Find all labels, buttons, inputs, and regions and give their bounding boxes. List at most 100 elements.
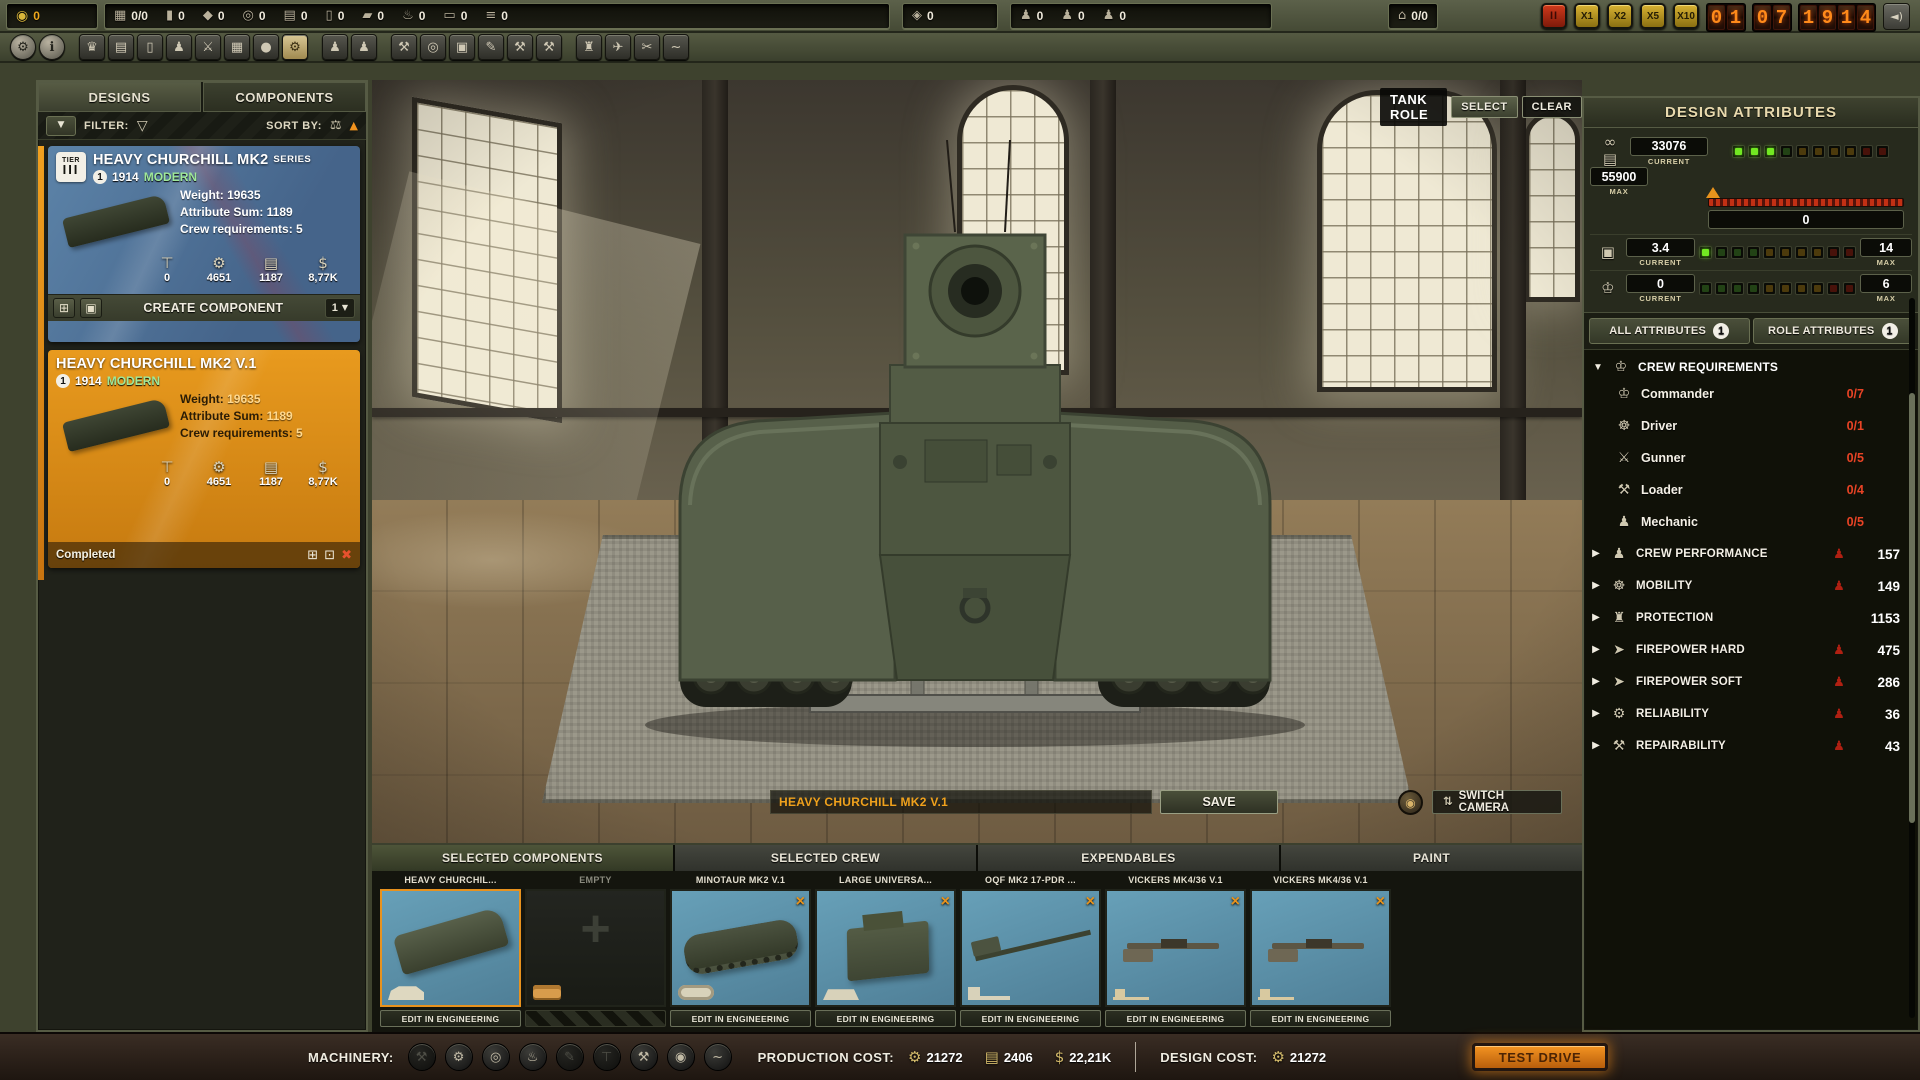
drafting-button[interactable]: ✎ [478, 34, 504, 60]
switch-camera-button[interactable]: ⇅ SWITCH CAMERA [1432, 790, 1562, 814]
resource-steel: ▤0 [275, 4, 317, 28]
tank-model[interactable] [595, 140, 1355, 760]
attribute-rows: ▶♟CREW PERFORMANCE♟157▶☸MOBILITY♟149▶♜PR… [1590, 538, 1910, 762]
factory-window [1524, 112, 1580, 302]
design-cards-button[interactable]: ⚙ [282, 34, 308, 60]
test-drive-button[interactable]: TEST DRIVE [1472, 1043, 1608, 1071]
briefcase-button[interactable]: ▣ [449, 34, 475, 60]
led-indicator [1779, 282, 1792, 295]
series-card-subtitle: 1 1914 MODERN [93, 170, 352, 184]
officer-button[interactable]: ♟ [351, 34, 377, 60]
globe-button[interactable]: ◎ [420, 34, 446, 60]
edit-in-engineering-button[interactable]: EDIT IN ENGINEERING [815, 1010, 956, 1027]
add-component-button[interactable]: ⊞ [53, 298, 75, 318]
attr-row-repairability[interactable]: ▶⚒REPAIRABILITY♟43 [1590, 730, 1910, 762]
design-name-input[interactable] [770, 790, 1152, 814]
wrenches-button[interactable]: ⚒ [536, 34, 562, 60]
camera-snapshot-button[interactable]: ▣ [80, 298, 102, 318]
remove-component-icon[interactable]: × [1231, 893, 1240, 911]
slot-tile-hull[interactable] [380, 889, 521, 1007]
slider-value-box: 0 [1708, 210, 1904, 229]
bomb-button[interactable]: ● [253, 34, 279, 60]
edit-in-engineering-button[interactable]: EDIT IN ENGINEERING [1250, 1010, 1391, 1027]
factory-button[interactable]: ▦ [224, 34, 250, 60]
remove-component-icon[interactable]: × [1376, 893, 1385, 911]
slot-tile-turret[interactable]: × [815, 889, 956, 1007]
tab-designs[interactable]: DESIGNS [38, 82, 201, 112]
design-card-variant[interactable]: HEAVY CHURCHILL MK2 V.1 1 1914 MODERN We… [48, 350, 360, 568]
attributes-scrollbar[interactable] [1909, 298, 1915, 1018]
tab-components[interactable]: COMPONENTS [203, 82, 366, 112]
gear-button[interactable]: ⚙ [10, 34, 36, 60]
scrollbar-thumb[interactable] [1909, 393, 1915, 823]
sort-ascending-icon[interactable]: ▲ [350, 120, 358, 131]
edit-in-engineering-button[interactable]: EDIT IN ENGINEERING [960, 1010, 1101, 1027]
led-indicator [1763, 282, 1776, 295]
role-clear-button[interactable]: CLEAR [1522, 96, 1582, 118]
remove-component-icon[interactable]: × [796, 893, 805, 911]
plane-button[interactable]: ✈ [605, 34, 631, 60]
tab-expendables[interactable]: EXPENDABLES [978, 845, 1279, 871]
role-select-button[interactable]: SELECT [1451, 96, 1517, 118]
weight-slider[interactable] [1708, 198, 1904, 207]
pipe-button[interactable]: ~ [663, 34, 689, 60]
variant-era: MODERN [107, 374, 160, 388]
machine-button[interactable]: ▤ [108, 34, 134, 60]
speed-button-x1[interactable]: X1 [1574, 3, 1600, 29]
slot-tile-tracks[interactable]: × [670, 889, 811, 1007]
mechanic-icon: ♟ [1020, 9, 1032, 22]
attr-row-crew-performance[interactable]: ▶♟CREW PERFORMANCE♟157 [1590, 538, 1910, 570]
add-variant-icon[interactable]: ⊞ [307, 549, 318, 562]
document-button[interactable]: ▯ [137, 34, 163, 60]
tab-role-attributes[interactable]: ROLE ATTRIBUTES1 [1753, 318, 1914, 344]
remove-component-icon[interactable]: × [1086, 893, 1095, 911]
swords-button[interactable]: ⚔ [195, 34, 221, 60]
component-count-dropdown[interactable]: 1▼ [325, 298, 355, 318]
design-card-series[interactable]: TIER III HEAVY CHURCHILL MK2SERIES 1 191… [48, 146, 360, 342]
scissors-button[interactable]: ✂ [634, 34, 660, 60]
save-button[interactable]: SAVE [1160, 790, 1278, 814]
drill-press-button[interactable]: ⚒ [391, 34, 417, 60]
trophy-button[interactable]: ♛ [79, 34, 105, 60]
tab-selected-components[interactable]: SELECTED COMPONENTS [372, 845, 673, 871]
slot-tile-gun[interactable]: × [960, 889, 1101, 1007]
delete-variant-icon[interactable]: ✖ [341, 549, 352, 562]
duplicate-variant-icon[interactable]: ⊡ [324, 549, 335, 562]
attributes-tree: ▼ ♔ CREW REQUIREMENTS ♔Commander0/7☸Driv… [1584, 350, 1918, 762]
announcements-button[interactable]: ◄) [1883, 3, 1910, 30]
funnel-icon[interactable]: ▽ [137, 119, 148, 133]
slider-handle[interactable] [1706, 187, 1720, 198]
edit-in-engineering-button[interactable]: EDIT IN ENGINEERING [670, 1010, 811, 1027]
attr-row-firepower-hard[interactable]: ▶➤FIREPOWER HARD♟475 [1590, 634, 1910, 666]
remove-component-icon[interactable]: × [941, 893, 950, 911]
slot-tile-mg[interactable]: × [1105, 889, 1246, 1007]
create-component-button[interactable]: CREATE COMPONENT [107, 301, 320, 315]
crew-role-value: 0/1 [1847, 419, 1864, 433]
slot-tile-mg[interactable]: × [1250, 889, 1391, 1007]
pause-button[interactable]: II [1541, 3, 1567, 29]
attr-row-firepower-soft[interactable]: ▶➤FIREPOWER SOFT♟286 [1590, 666, 1910, 698]
attr-row-mobility[interactable]: ▶☸MOBILITY♟149 [1590, 570, 1910, 602]
attr-row-protection[interactable]: ▶♜PROTECTION1153 [1590, 602, 1910, 634]
collapse-filter-button[interactable]: ▼ [46, 116, 76, 136]
sort-weight-icon[interactable]: ⚖ [330, 119, 342, 132]
tab-paint[interactable]: PAINT [1281, 845, 1582, 871]
slot-tile-empty[interactable]: + [525, 889, 666, 1007]
mechanic-button[interactable]: ♟ [322, 34, 348, 60]
statue-button[interactable]: ♜ [576, 34, 602, 60]
speed-button-x10[interactable]: X10 [1673, 3, 1699, 29]
crew-requirements-header[interactable]: ▼ ♔ CREW REQUIREMENTS [1590, 356, 1910, 378]
info-button[interactable]: ℹ [39, 34, 65, 60]
personnel-value: 0 [1037, 9, 1044, 23]
attr-row-reliability[interactable]: ▶⚙RELIABILITY♟36 [1590, 698, 1910, 730]
create-component-bar: ⊞ ▣ CREATE COMPONENT 1▼ [48, 294, 360, 321]
resource-value: 0 [501, 9, 508, 23]
wrench-button[interactable]: ⚒ [507, 34, 533, 60]
edit-in-engineering-button[interactable]: EDIT IN ENGINEERING [1105, 1010, 1246, 1027]
speed-button-x5[interactable]: X5 [1640, 3, 1666, 29]
tab-all-attributes[interactable]: ALL ATTRIBUTES1 [1589, 318, 1750, 344]
speed-button-x2[interactable]: X2 [1607, 3, 1633, 29]
tab-selected-crew[interactable]: SELECTED CREW [675, 845, 976, 871]
spy-button[interactable]: ♟ [166, 34, 192, 60]
edit-in-engineering-button[interactable]: EDIT IN ENGINEERING [380, 1010, 521, 1027]
